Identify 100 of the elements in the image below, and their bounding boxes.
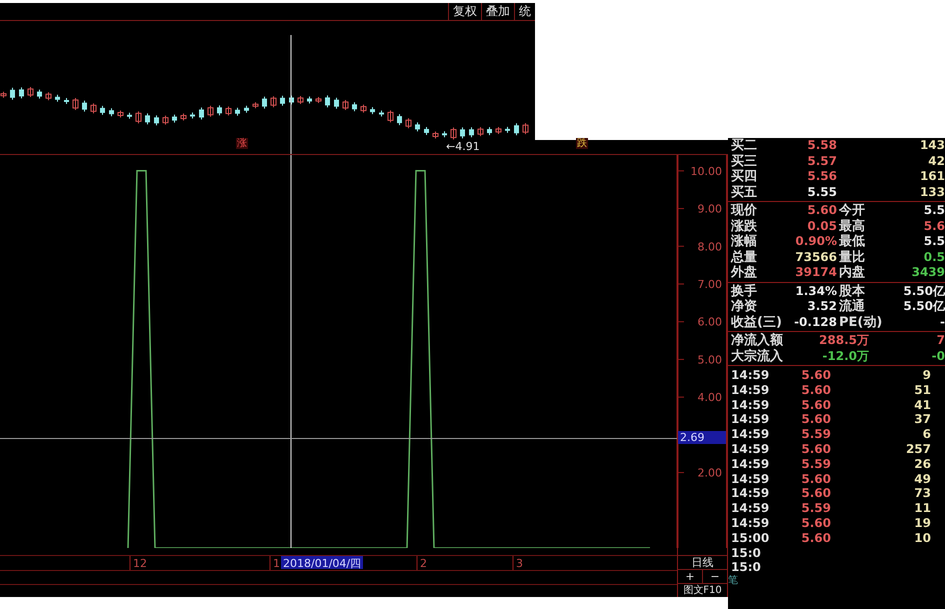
tick-time: 15:0 — [731, 546, 762, 560]
stat-label: 收益(三) — [731, 314, 783, 330]
bid-label: 买三 — [731, 154, 758, 169]
candlestick — [226, 106, 232, 116]
tick-time: 14:59 — [731, 382, 770, 398]
tick-time: 14:59 — [731, 516, 770, 531]
stat-label: 流通 — [839, 299, 866, 314]
candlestick — [127, 112, 132, 120]
marker-label: 跌 — [576, 138, 588, 149]
tick-price: 5.59 — [800, 501, 831, 516]
tick-volume: 257 — [904, 442, 931, 457]
bid-label: 买四 — [731, 169, 758, 184]
candlestick — [432, 131, 438, 139]
toolbar-button[interactable]: 叠加 — [481, 3, 514, 20]
tick-price: 5.60 — [800, 530, 831, 546]
candlestick — [154, 114, 159, 126]
candlestick — [199, 107, 204, 120]
bid-volume: 133 — [918, 184, 945, 200]
tick-time: 14:59 — [731, 427, 770, 442]
stat-value: 5.50亿 — [902, 284, 945, 299]
f10-tab[interactable]: 图文F10 — [678, 584, 727, 597]
candlestick — [19, 86, 24, 99]
toolbar-button[interactable]: 复权 — [448, 3, 481, 20]
candlestick — [379, 110, 384, 118]
stat-label: 涨跌 — [731, 218, 758, 234]
tick-time: 14:59 — [731, 368, 770, 383]
stat-value: 0.05 — [806, 218, 837, 234]
candlestick — [505, 126, 510, 134]
stat-label: 现价 — [731, 203, 758, 218]
flow-value: 288.5万 — [818, 333, 869, 348]
tick-price: 5.60 — [800, 516, 831, 531]
candlestick — [208, 105, 214, 118]
bid-price: 5.56 — [806, 169, 837, 184]
stat-label: 换手 — [731, 284, 758, 299]
axis-tick-label: 8.00 — [698, 240, 722, 254]
stat-label: 总量 — [731, 250, 758, 265]
tick-volume: 6 — [922, 427, 931, 442]
candlestick — [298, 96, 304, 104]
tick-volume: 51 — [913, 382, 931, 398]
tick-price: 5.60 — [800, 382, 831, 398]
bid-label: 买五 — [731, 184, 758, 200]
candlestick — [162, 115, 168, 126]
stat-label: 内盘 — [839, 265, 866, 280]
candlestick — [307, 96, 312, 104]
stat-value: 1.34% — [794, 284, 837, 299]
axis-tick-label: 4.00 — [698, 391, 722, 404]
bid-price: 5.58 — [806, 138, 837, 154]
candlestick — [388, 110, 394, 123]
flow-label: 大宗流入 — [731, 348, 784, 364]
stat-value: 3.52 — [806, 299, 837, 314]
zoom-out-button[interactable]: − — [703, 570, 727, 583]
candlestick — [109, 108, 114, 117]
zoom-in-button[interactable]: + — [678, 570, 703, 583]
tick-time: 14:59 — [731, 456, 770, 472]
tick-price: 5.60 — [800, 486, 831, 502]
crosshair-value-label: 2.69 — [678, 431, 726, 444]
candlestick — [450, 127, 456, 140]
tick-volume: 26 — [913, 456, 931, 472]
stat-value: 5.50亿 — [902, 299, 945, 314]
candlestick — [235, 107, 240, 116]
price-label: ←4.91 — [446, 141, 480, 153]
candlestick — [522, 122, 528, 135]
stat-value: - — [939, 314, 945, 330]
candlestick — [172, 114, 177, 124]
candlestick — [360, 104, 366, 114]
stat-value: 5.5 — [922, 234, 945, 250]
bid-volume: 42 — [927, 154, 945, 169]
axis-tick-label: 3 — [516, 557, 523, 570]
axis-tick-label: 2.00 — [698, 466, 722, 480]
bid-price: 5.57 — [806, 154, 837, 169]
stat-label: 今开 — [839, 203, 866, 218]
candlestick — [252, 102, 258, 109]
candlestick — [270, 96, 276, 108]
tick-volume: 11 — [913, 501, 931, 516]
candlestick — [469, 126, 474, 138]
candlestick — [316, 96, 322, 104]
stat-value: 5.60 — [806, 203, 837, 218]
ticks-tab[interactable]: 笔 — [728, 575, 748, 588]
tick-volume: 10 — [913, 530, 931, 546]
candlestick — [10, 87, 15, 100]
tick-price: 5.59 — [800, 456, 831, 472]
marker-label: 涨 — [236, 138, 248, 149]
candlestick — [90, 102, 96, 114]
stat-label: 最低 — [839, 234, 866, 250]
candlestick — [0, 91, 6, 98]
tick-volume: 41 — [913, 398, 931, 412]
tick-price: 5.60 — [800, 442, 831, 457]
tick-time: 14:59 — [731, 442, 770, 457]
crosshair-date-label: 2018/01/04/四 — [281, 556, 363, 570]
tick-volume: 37 — [913, 412, 931, 428]
tick-time: 14:59 — [731, 472, 770, 486]
candlestick — [244, 105, 249, 114]
tick-price: 5.60 — [800, 412, 831, 428]
flow-value: -0 — [930, 348, 945, 364]
stat-value: 39174 — [794, 265, 837, 280]
bid-price: 5.55 — [806, 184, 837, 200]
candlestick — [37, 89, 42, 100]
candlestick — [180, 113, 186, 122]
period-label[interactable]: 日线 — [678, 555, 727, 570]
candlestick — [289, 95, 294, 105]
